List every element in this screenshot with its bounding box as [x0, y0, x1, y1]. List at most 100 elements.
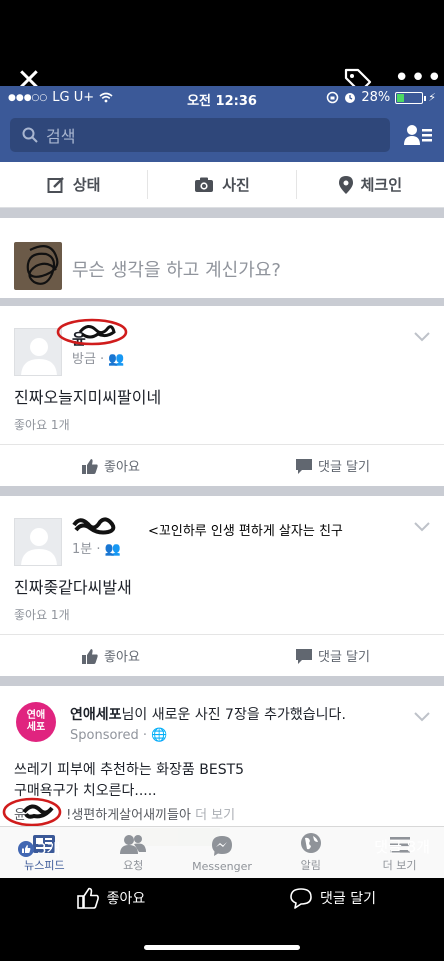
post-actions: 좋아요 댓글 달기	[0, 444, 444, 486]
home-indicator[interactable]	[144, 945, 300, 950]
edit-icon	[47, 176, 64, 193]
battery-percent: 28%	[361, 90, 391, 105]
photo-likes-count[interactable]: 3개	[18, 838, 60, 859]
battery-level	[397, 93, 404, 102]
photo-actions: 좋아요 댓글 달기	[0, 878, 444, 918]
photo-comment-button[interactable]: 댓글 달기	[222, 878, 444, 918]
battery-icon	[395, 91, 427, 104]
search-placeholder: 검색	[46, 127, 76, 146]
tab-label: 알림	[300, 859, 321, 872]
globe-icon: 🌐	[151, 728, 168, 743]
tab-label: 더 보기	[382, 859, 417, 872]
post-timestamp: 방금 · 👥	[72, 348, 125, 367]
news-feed: 무슨 생각을 하고 계신가요? 윤 방금 · 👥 진짜오늘지미씨팔이네 좋아요 …	[0, 208, 444, 878]
status-placeholder: 무슨 생각을 하고 계신가요?	[72, 260, 281, 281]
comment-icon	[296, 648, 312, 664]
post-timestamp: 1분 · 👥	[72, 538, 121, 557]
globe-notifications-icon	[300, 833, 321, 853]
photo-like-button[interactable]: 좋아요	[0, 878, 222, 918]
chevron-down-icon[interactable]	[414, 332, 430, 342]
post-actions: 좋아요 댓글 달기	[0, 634, 444, 676]
headline-text: 님이 새로운 사진 7장을 추가했습니다.	[121, 707, 346, 723]
composer-bar: 상태 사진 체크인	[0, 162, 444, 208]
status-update-box[interactable]: 무슨 생각을 하고 계신가요?	[0, 218, 444, 298]
status-button[interactable]: 상태	[0, 162, 147, 207]
post-time-text: 1분 ·	[72, 542, 105, 557]
like-button[interactable]: 좋아요	[0, 445, 222, 486]
post-text: 진짜좆같다씨발새	[14, 578, 132, 597]
post-avatar[interactable]	[14, 518, 62, 566]
default-profile-icon	[21, 338, 57, 375]
photo-viewer-topbar: ✕ •••	[0, 0, 444, 96]
page-logo-text: 세포	[26, 722, 46, 733]
chevron-down-icon[interactable]	[414, 712, 430, 722]
scribble-redaction	[72, 517, 116, 535]
page-name[interactable]: 연애세포	[70, 707, 122, 723]
friend-requests-icon	[120, 835, 147, 854]
checkin-button-label: 체크인	[360, 176, 403, 194]
checkin-button[interactable]: 체크인	[297, 162, 444, 207]
camera-icon	[195, 177, 214, 192]
handwritten-annotation: <꼬인하루 인생 편하게 살자는 친구	[148, 524, 343, 539]
like-button-label: 좋아요	[104, 460, 140, 475]
thumbs-up-icon	[82, 458, 98, 474]
comment-outline-icon	[290, 888, 312, 909]
tab-label: 뉴스피드	[24, 859, 65, 872]
page-logo-text: 연애	[26, 710, 46, 721]
more-icon[interactable]: •••	[394, 65, 443, 91]
thumbs-up-outline-icon	[76, 887, 99, 909]
photo-button-label: 사진	[222, 176, 250, 194]
photo-likes-text: 3개	[37, 840, 61, 858]
like-button-label: 좋아요	[104, 650, 140, 665]
comment-button[interactable]: 댓글 달기	[222, 635, 444, 676]
default-profile-icon	[21, 528, 57, 565]
sponsored-label: Sponsored · 🌐	[70, 728, 167, 743]
tab-requests[interactable]: 요청	[89, 827, 178, 878]
sponsored-headline: 연애세포님이 새로운 사진 7장을 추가했습니다.	[70, 704, 346, 724]
comment-button-label: 댓글 달기	[318, 460, 370, 475]
photo-like-label: 좋아요	[106, 891, 146, 907]
search-icon	[22, 127, 38, 143]
scribble-redaction	[2, 797, 62, 827]
photo-comment-label: 댓글 달기	[320, 891, 376, 907]
photo-button[interactable]: 사진	[148, 162, 295, 207]
post-likes-count[interactable]: 좋아요 1개	[14, 606, 70, 623]
thumbs-up-icon	[82, 648, 98, 664]
comment-button-label: 댓글 달기	[318, 650, 370, 665]
friends-audience-icon: 👥	[108, 352, 125, 367]
scribble-redaction	[56, 318, 128, 346]
tab-label: Messenger	[192, 860, 252, 873]
post-text: 진짜오늘지미씨팔이네	[14, 388, 162, 407]
search-input[interactable]: 검색	[10, 118, 390, 152]
facebook-navbar: 검색	[0, 110, 444, 162]
tab-notifications[interactable]: 알림	[266, 827, 355, 878]
alarm-icon	[345, 92, 356, 103]
friends-audience-icon: 👥	[104, 542, 121, 557]
like-reaction-icon	[18, 840, 34, 857]
scribble-redaction	[26, 245, 59, 285]
rotation-lock-icon	[327, 91, 339, 104]
feed-post: 윤 방금 · 👥 진짜오늘지미씨팔이네 좋아요 1개 좋아요 댓글 달기	[0, 306, 444, 486]
comment-text: !생편하게살어새끼들아	[66, 808, 191, 823]
friends-list-icon[interactable]	[404, 124, 432, 146]
like-button[interactable]: 좋아요	[0, 635, 222, 676]
sponsored-text: Sponsored ·	[70, 728, 152, 743]
feed-post: <꼬인하루 인생 편하게 살자는 친구 1분 · 👥 진짜좆같다씨발새 좋아요 …	[0, 496, 444, 676]
page-logo[interactable]: 연애 세포	[16, 702, 56, 742]
post-time-text: 방금 ·	[72, 352, 109, 367]
comment-button[interactable]: 댓글 달기	[222, 445, 444, 486]
post-avatar[interactable]	[14, 328, 62, 376]
messenger-icon	[211, 836, 232, 856]
chevron-down-icon[interactable]	[414, 522, 430, 532]
tab-messenger[interactable]: Messenger	[178, 827, 267, 878]
charging-icon: ⚡	[428, 91, 436, 104]
see-more-link[interactable]: 더 보기	[195, 808, 235, 823]
sponsored-body-line: 쓰레기 피부에 추천하는 화장품 BEST5	[14, 762, 245, 778]
status-button-label: 상태	[72, 176, 101, 194]
post-likes-count[interactable]: 좋아요 1개	[14, 416, 70, 433]
location-pin-icon	[338, 175, 353, 194]
tab-label: 요청	[123, 859, 144, 872]
status-bar: ●●●○○ LG U+ 오전 12:36 28% ⚡	[0, 86, 444, 110]
photo-comments-count[interactable]: 댓글 8개	[374, 836, 430, 857]
comment-icon	[296, 458, 312, 474]
